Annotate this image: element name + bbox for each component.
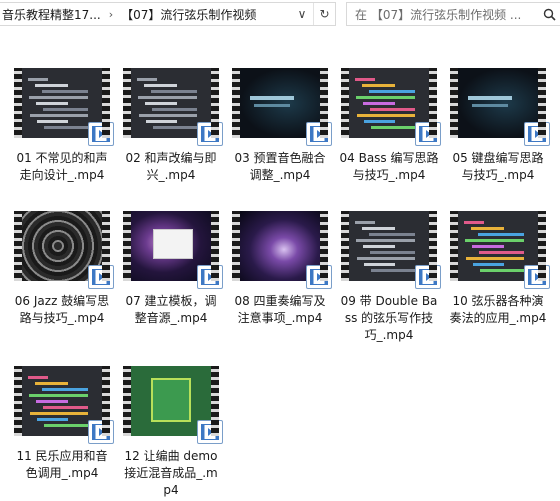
file-item[interactable]: 09 带 Double Bass 的弦乐写作技巧_.mp4 bbox=[337, 211, 441, 344]
address-bar-buttons: ∨ ↻ bbox=[291, 3, 335, 25]
file-name: 05 键盘编写思路与技巧_.mp4 bbox=[452, 151, 544, 182]
file-item[interactable]: 10 弦乐器各种演奏法的应用_.mp4 bbox=[446, 211, 550, 327]
video-thumbnail[interactable] bbox=[232, 211, 332, 289]
refresh-icon[interactable]: ↻ bbox=[313, 3, 335, 25]
video-file-icon bbox=[197, 122, 223, 146]
file-item[interactable]: 04 Bass 编写思路与技巧_.mp4 bbox=[337, 68, 441, 184]
breadcrumb-parent[interactable]: 音乐教程精整17... bbox=[0, 6, 103, 23]
video-thumbnail[interactable] bbox=[341, 211, 441, 289]
video-file-icon bbox=[197, 420, 223, 444]
video-file-icon bbox=[88, 122, 114, 146]
search-icon[interactable] bbox=[538, 3, 560, 25]
file-name: 11 民乐应用和音色调用_.mp4 bbox=[16, 449, 108, 480]
video-thumbnail[interactable] bbox=[123, 68, 223, 146]
file-item[interactable]: 02 和声改编与即兴_.mp4 bbox=[119, 68, 223, 184]
file-name: 02 和声改编与即兴_.mp4 bbox=[125, 151, 217, 182]
video-file-icon bbox=[197, 265, 223, 289]
chevron-down-icon[interactable]: ∨ bbox=[291, 3, 313, 25]
file-name: 04 Bass 编写思路与技巧_.mp4 bbox=[339, 151, 439, 182]
video-file-icon bbox=[415, 122, 441, 146]
file-name: 10 弦乐器各种演奏法的应用_.mp4 bbox=[449, 294, 547, 325]
video-file-icon bbox=[306, 265, 332, 289]
search-input[interactable]: 在 【07】流行弦乐制作视频 ... bbox=[355, 6, 538, 23]
video-file-icon bbox=[306, 122, 332, 146]
file-item[interactable]: 11 民乐应用和音色调用_.mp4 bbox=[10, 366, 114, 482]
video-file-icon bbox=[415, 265, 441, 289]
video-thumbnail[interactable] bbox=[123, 211, 223, 289]
file-item[interactable]: 03 预置音色融合调整_.mp4 bbox=[228, 68, 332, 184]
search-box[interactable]: 在 【07】流行弦乐制作视频 ... bbox=[346, 2, 560, 26]
topbar: 音乐教程精整17... › 【07】流行弦乐制作视频 ∨ ↻ 在 【07】流行弦… bbox=[0, 0, 560, 30]
file-item[interactable]: 01 不常见的和声走向设计_.mp4 bbox=[10, 68, 114, 184]
file-name: 03 预置音色融合调整_.mp4 bbox=[234, 151, 326, 182]
file-name: 12 让编曲 demo 接近混音成品_.mp4 bbox=[124, 449, 218, 497]
file-item[interactable]: 12 让编曲 demo 接近混音成品_.mp4 bbox=[119, 366, 223, 499]
video-thumbnail[interactable] bbox=[14, 211, 114, 289]
video-file-icon bbox=[88, 265, 114, 289]
video-thumbnail[interactable] bbox=[232, 68, 332, 146]
video-thumbnail[interactable] bbox=[14, 68, 114, 146]
file-item[interactable]: 05 键盘编写思路与技巧_.mp4 bbox=[446, 68, 550, 184]
breadcrumb-current[interactable]: 【07】流行弦乐制作视频 bbox=[119, 6, 258, 23]
video-file-icon bbox=[88, 420, 114, 444]
file-item[interactable]: 06 Jazz 鼓编写思路与技巧_.mp4 bbox=[10, 211, 114, 327]
file-name: 01 不常见的和声走向设计_.mp4 bbox=[16, 151, 108, 182]
video-thumbnail[interactable] bbox=[123, 366, 223, 444]
video-thumbnail[interactable] bbox=[450, 211, 550, 289]
video-file-icon bbox=[524, 122, 550, 146]
file-name: 06 Jazz 鼓编写思路与技巧_.mp4 bbox=[14, 294, 110, 325]
breadcrumb-separator[interactable]: › bbox=[103, 8, 119, 21]
file-name: 08 四重奏编写及注意事项_.mp4 bbox=[234, 294, 326, 325]
file-item[interactable]: 08 四重奏编写及注意事项_.mp4 bbox=[228, 211, 332, 327]
file-name: 09 带 Double Bass 的弦乐写作技巧_.mp4 bbox=[340, 294, 438, 342]
file-item[interactable]: 07 建立模板，调整音源_.mp4 bbox=[119, 211, 223, 327]
video-thumbnail[interactable] bbox=[450, 68, 550, 146]
video-thumbnail[interactable] bbox=[14, 366, 114, 444]
file-name: 07 建立模板，调整音源_.mp4 bbox=[125, 294, 217, 325]
video-file-icon bbox=[524, 265, 550, 289]
video-thumbnail[interactable] bbox=[341, 68, 441, 146]
address-bar[interactable]: 音乐教程精整17... › 【07】流行弦乐制作视频 ∨ ↻ bbox=[0, 2, 336, 26]
